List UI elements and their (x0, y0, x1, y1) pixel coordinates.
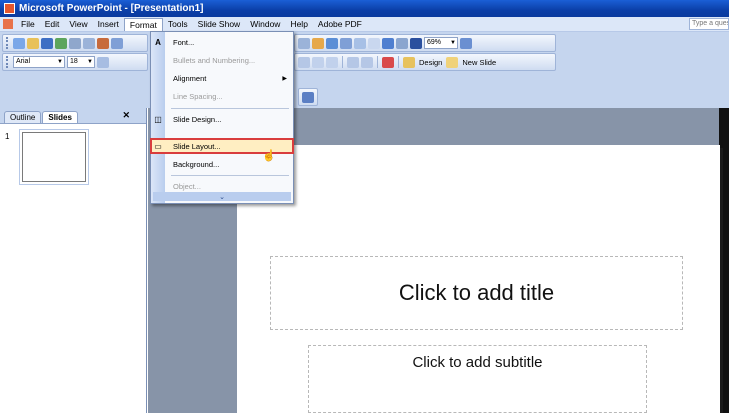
new-slide-button[interactable]: New Slide (460, 58, 498, 67)
menu-item-font[interactable]: A Font... (151, 35, 293, 49)
menu-format[interactable]: Format (123, 17, 163, 31)
font-color-icon[interactable] (382, 56, 394, 68)
menu-adobe-pdf[interactable]: Adobe PDF (313, 18, 367, 30)
font-size-combo[interactable]: 18 ▼ (67, 56, 95, 68)
window-title: Microsoft PowerPoint - [Presentation1] (19, 3, 204, 14)
table-icon[interactable] (326, 37, 338, 49)
pane-tabs: Outline Slides ✕ (0, 108, 146, 124)
menu-view[interactable]: View (64, 18, 92, 30)
expand-icon[interactable] (368, 37, 380, 49)
permission-icon[interactable] (55, 37, 67, 49)
open-icon[interactable] (27, 37, 39, 49)
title-placeholder[interactable]: Click to add title (270, 256, 683, 330)
format-menu: A Font... Bullets and Numbering... Align… (150, 31, 294, 204)
save-icon[interactable] (41, 37, 53, 49)
menu-item-slide-design[interactable]: ◫ Slide Design... (151, 112, 293, 126)
decrease-font-icon[interactable] (326, 56, 338, 68)
menu-insert[interactable]: Insert (93, 18, 124, 30)
menu-bar: File Edit View Insert Format Tools Slide… (0, 17, 729, 32)
tables-borders-icon[interactable] (340, 37, 352, 49)
slide-number: 1 (5, 132, 10, 141)
select-objects-icon[interactable] (302, 91, 314, 103)
menu-edit[interactable]: Edit (40, 18, 65, 30)
menu-item-object[interactable]: Object... (151, 179, 293, 193)
drawing-toolbar (298, 88, 318, 106)
menu-slide-show[interactable]: Slide Show (193, 18, 246, 30)
title-bar: Microsoft PowerPoint - [Presentation1] (0, 0, 729, 17)
design-icon (403, 56, 415, 68)
font-size-value: 18 (70, 58, 78, 65)
font-name-value: Arial (16, 58, 31, 65)
formatting-toolbar-left: Arial ▼ 18 ▼ (2, 53, 148, 71)
design-button[interactable]: Design (417, 58, 444, 67)
scrollbar-area[interactable] (719, 108, 729, 413)
spelling-icon[interactable] (111, 37, 123, 49)
close-icon[interactable]: ✕ (122, 110, 130, 121)
chevron-down-icon[interactable]: ▼ (86, 57, 94, 67)
align-right-icon[interactable] (298, 56, 310, 68)
slides-pane: Outline Slides ✕ 1 (0, 108, 147, 413)
undo-icon[interactable] (298, 37, 310, 49)
grid-icon[interactable] (396, 37, 408, 49)
menu-item-line-spacing[interactable]: Line Spacing... (151, 89, 293, 103)
slide-layout-icon: ▭ (154, 141, 162, 151)
standard-toolbar-left (2, 34, 148, 52)
help-icon[interactable] (460, 37, 472, 49)
chevron-double-down-icon[interactable]: ⌄ (153, 192, 291, 201)
tab-outline[interactable]: Outline (4, 111, 42, 123)
standard-toolbar-right: 69% ▼ (294, 34, 556, 52)
menu-separator (171, 108, 289, 109)
increase-indent-icon[interactable] (361, 56, 373, 68)
menu-item-bullets-numbering[interactable]: Bullets and Numbering... (151, 53, 293, 67)
powerpoint-icon (4, 3, 15, 14)
tab-slides[interactable]: Slides (42, 111, 78, 123)
slide-design-icon: ◫ (154, 114, 162, 124)
menu-separator (171, 175, 289, 176)
chevron-down-icon[interactable]: ▼ (449, 38, 457, 48)
new-slide-icon (446, 56, 459, 68)
show-formatting-icon[interactable] (382, 37, 394, 49)
new-icon[interactable] (13, 37, 25, 49)
color-grayscale-icon[interactable] (410, 37, 422, 49)
menu-tools[interactable]: Tools (163, 18, 193, 30)
formatting-toolbar-right: Design New Slide (294, 53, 556, 71)
print-preview-icon[interactable] (97, 37, 109, 49)
font-name-combo[interactable]: Arial ▼ (13, 56, 65, 68)
mouse-cursor-icon: ☝ (262, 150, 276, 162)
help-search-box[interactable]: Type a question for help (689, 18, 729, 30)
print-icon[interactable] (83, 37, 95, 49)
menu-window[interactable]: Window (245, 18, 285, 30)
decrease-indent-icon[interactable] (347, 56, 359, 68)
chevron-down-icon[interactable]: ▼ (56, 57, 64, 67)
zoom-combo[interactable]: 69% ▼ (424, 37, 458, 49)
font-icon: A (155, 37, 161, 47)
document-icon[interactable] (3, 19, 13, 29)
increase-font-icon[interactable] (312, 56, 324, 68)
chart-icon[interactable] (312, 37, 324, 49)
menu-item-alignment[interactable]: Alignment ▶ (151, 71, 293, 85)
subtitle-placeholder[interactable]: Click to add subtitle (308, 345, 647, 413)
insert-picture-icon[interactable] (354, 37, 366, 49)
menu-help[interactable]: Help (285, 18, 312, 30)
slide-thumbnail[interactable] (22, 132, 86, 182)
menu-file[interactable]: File (16, 18, 40, 30)
zoom-value: 69% (427, 39, 442, 46)
submenu-arrow-icon: ▶ (282, 75, 287, 82)
bold-icon[interactable] (97, 56, 109, 68)
email-icon[interactable] (69, 37, 81, 49)
